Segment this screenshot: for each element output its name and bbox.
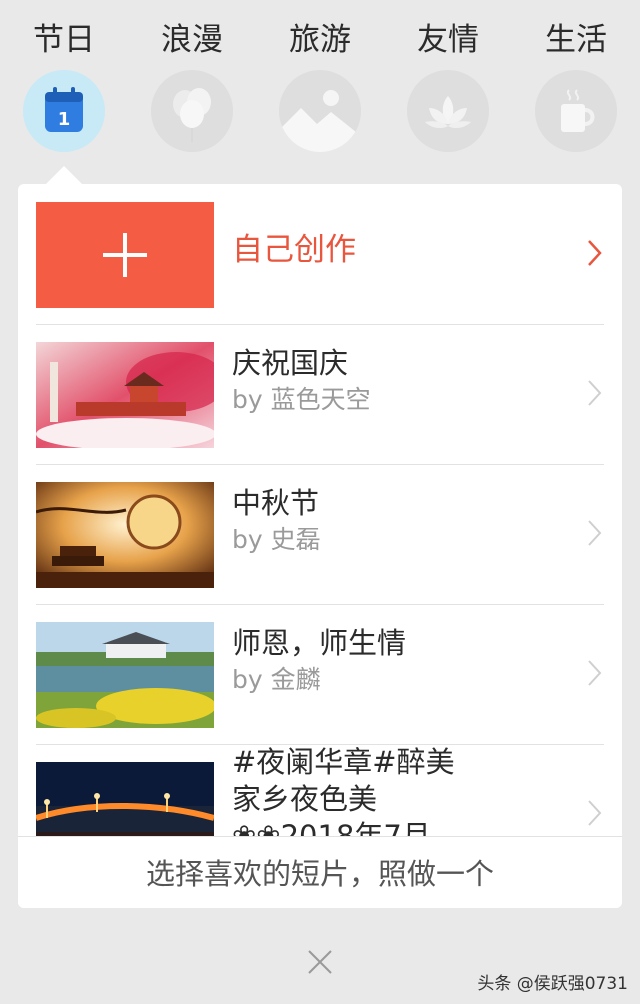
- active-tab-pointer: [46, 166, 82, 184]
- category-tab-friendship[interactable]: 友情: [384, 18, 512, 152]
- chevron-right-icon: [586, 238, 604, 268]
- template-title: 庆祝国庆: [232, 346, 349, 380]
- category-tab-holiday[interactable]: 节日 1: [0, 18, 128, 152]
- calendar-icon: 1: [23, 70, 105, 152]
- template-title-tail: ❀❀2018年7月: [232, 819, 431, 836]
- category-label: 生活: [545, 22, 607, 58]
- thumbnail-national-day: [36, 342, 214, 448]
- chevron-right-icon: [586, 798, 604, 828]
- create-own-row[interactable]: 自己创作: [36, 184, 604, 324]
- coffee-cup-icon: [535, 70, 617, 152]
- thumbnail-teacher: [36, 622, 214, 728]
- thumbnail-mid-autumn: [36, 482, 214, 588]
- calendar-day: 1: [58, 109, 71, 130]
- template-title: 师恩，师生情: [232, 626, 407, 660]
- plus-icon: [103, 233, 147, 277]
- balloon-icon: [151, 70, 233, 152]
- template-title-long: #夜阑华章#醉美家乡夜色美 ❀❀2018年7月: [232, 744, 482, 836]
- chevron-right-icon: [586, 378, 604, 408]
- category-label: 友情: [417, 22, 479, 58]
- footer-text: 选择喜欢的短片，照做一个: [145, 857, 494, 891]
- lotus-icon: [407, 70, 489, 152]
- close-icon: [308, 950, 332, 974]
- watermark: 头条 @侯跃强0731: [477, 974, 628, 994]
- template-row-national-day[interactable]: 庆祝国庆 by 蓝色天空: [36, 324, 604, 464]
- template-panel: 自己创作 庆祝国庆 by 蓝色天空 中秋节 by 史磊 师恩，师生情 by 金麟…: [18, 184, 622, 908]
- category-bar: 节日 1 浪漫 旅游 友情 生活: [0, 0, 640, 170]
- category-tab-life[interactable]: 生活: [512, 18, 640, 152]
- template-author: by 史磊: [232, 525, 321, 554]
- template-author: by 蓝色天空: [232, 385, 371, 414]
- category-label: 浪漫: [161, 22, 223, 58]
- create-thumbnail: [36, 202, 214, 308]
- category-label: 节日: [33, 22, 95, 58]
- create-own-label: 自己创作: [232, 232, 356, 268]
- category-tab-travel[interactable]: 旅游: [256, 18, 384, 152]
- landscape-icon: [279, 70, 361, 152]
- template-title: 中秋节: [232, 486, 320, 520]
- close-button[interactable]: [304, 946, 336, 978]
- category-tab-romance[interactable]: 浪漫: [128, 18, 256, 152]
- template-title: #夜阑华章#醉美家乡夜色美: [232, 745, 455, 816]
- template-author: by 金麟: [232, 665, 321, 694]
- chevron-right-icon: [586, 658, 604, 688]
- template-row-teacher[interactable]: 师恩，师生情 by 金麟: [36, 604, 604, 744]
- category-label: 旅游: [289, 22, 351, 58]
- chevron-right-icon: [586, 518, 604, 548]
- template-row-mid-autumn[interactable]: 中秋节 by 史磊: [36, 464, 604, 604]
- panel-footer: 选择喜欢的短片，照做一个: [18, 836, 622, 908]
